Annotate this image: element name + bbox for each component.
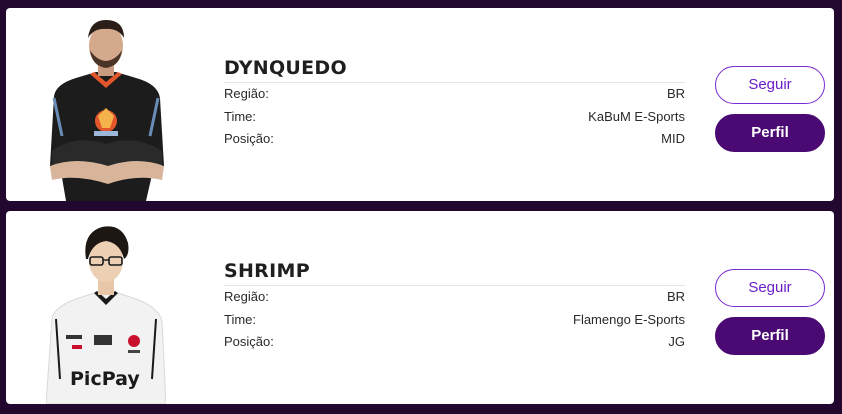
team-label: Time:	[224, 311, 257, 327]
region-value: BR	[666, 86, 685, 101]
position-row: Posição: JG	[224, 331, 685, 354]
jersey-sponsor-text: PicPay	[70, 368, 140, 390]
follow-button[interactable]: Seguir	[715, 269, 825, 307]
player-info: DYNQUEDO Região: BR Time: KaBuM E-Sports…	[224, 56, 685, 151]
region-label: Região:	[224, 289, 269, 304]
position-label: Posição:	[224, 131, 274, 146]
position-row: Posição: MID	[224, 128, 685, 151]
region-row: Região: BR	[224, 83, 685, 106]
profile-button[interactable]: Perfil	[715, 317, 825, 355]
profile-button[interactable]: Perfil	[715, 114, 825, 152]
follow-button[interactable]: Seguir	[715, 66, 825, 104]
player-info: SHRIMP Região: BR Time: Flamengo E-Sport…	[224, 259, 685, 354]
team-row: Time: KaBuM E-Sports	[224, 106, 685, 129]
player-photo: PicPay	[46, 219, 166, 404]
player-name: DYNQUEDO	[224, 56, 685, 83]
position-value: JG	[668, 334, 685, 349]
player-name: SHRIMP	[224, 259, 685, 286]
region-row: Região: BR	[224, 286, 685, 309]
team-value: Flamengo E-Sports	[573, 311, 685, 327]
region-value: BR	[666, 289, 685, 304]
team-row: Time: Flamengo E-Sports	[224, 309, 685, 332]
player-card: DYNQUEDO Região: BR Time: KaBuM E-Sports…	[6, 8, 834, 201]
player-photo	[46, 16, 166, 201]
region-label: Região:	[224, 86, 269, 101]
player-card: PicPay SHRIMP Região: BR Time: Flamengo …	[6, 211, 834, 404]
position-value: MID	[661, 131, 685, 146]
team-label: Time:	[224, 108, 257, 124]
position-label: Posição:	[224, 334, 274, 349]
team-value: KaBuM E-Sports	[588, 108, 685, 124]
